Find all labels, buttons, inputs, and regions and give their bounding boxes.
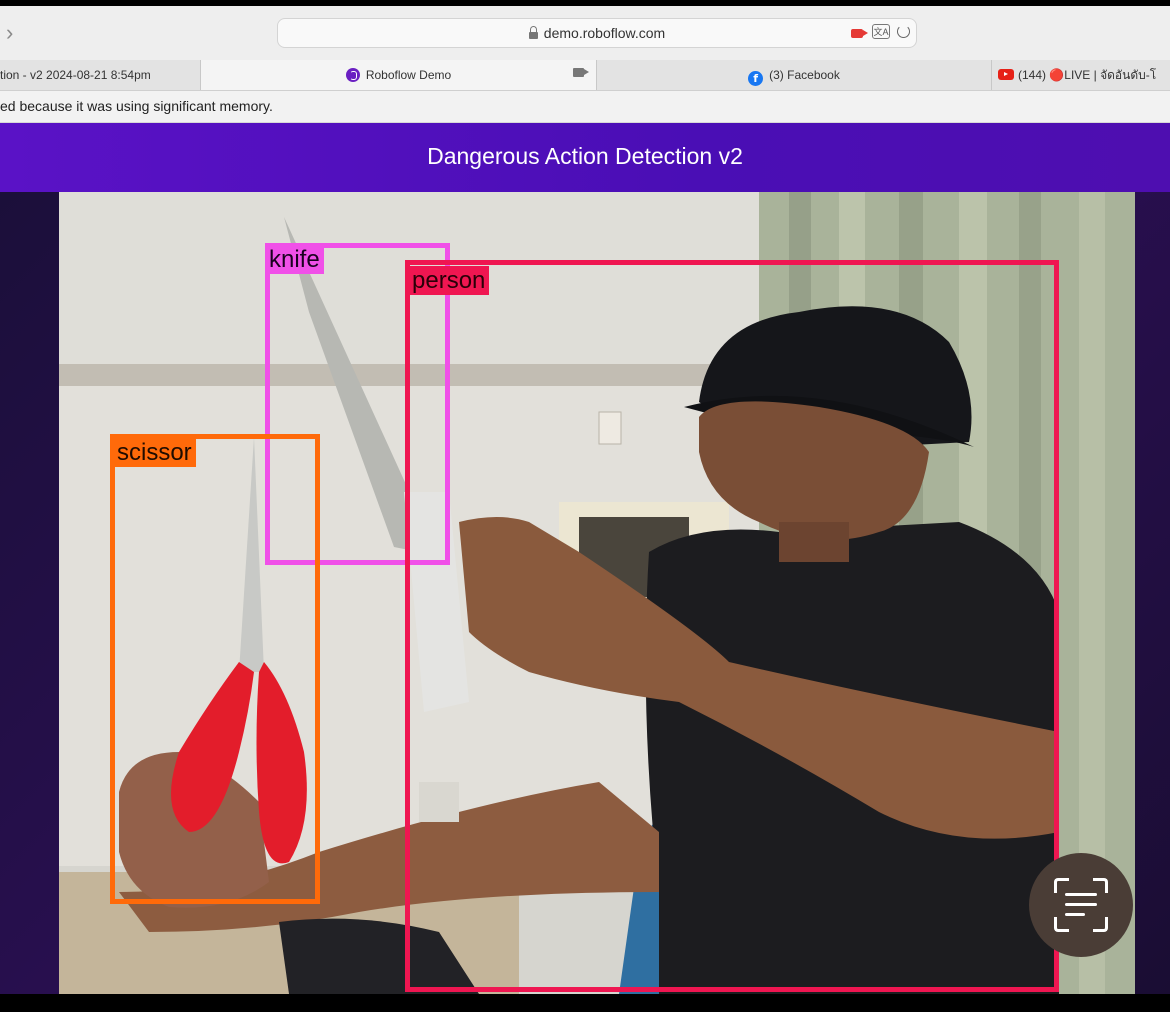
tab-facebook[interactable]: f (3) Facebook: [596, 60, 992, 90]
memory-notice-text: ed because it was using significant memo…: [0, 98, 273, 114]
scan-text-line: [1065, 913, 1085, 916]
translate-icon[interactable]: 文A: [872, 24, 890, 39]
video-stage: knife person scissor: [0, 192, 1170, 994]
detection-label-knife: knife: [265, 245, 324, 274]
tab-youtube-live[interactable]: (144) 🔴LIVE | จัดอันดับ-โ: [992, 60, 1170, 90]
scan-text-button[interactable]: [1029, 853, 1133, 957]
scan-corner-icon: [1093, 917, 1108, 932]
scan-text-line: [1065, 903, 1097, 906]
browser-toolbar: › demo.roboflow.com 文A: [0, 6, 1170, 60]
lock-icon: [528, 26, 538, 39]
tab-bar: tion - v2 2024-08-21 8:54pm Roboflow Dem…: [0, 60, 1170, 91]
url-display: demo.roboflow.com: [278, 25, 916, 41]
app-header: Dangerous Action Detection v2: [0, 123, 1170, 192]
reload-icon[interactable]: [897, 25, 910, 38]
roboflow-icon: [345, 68, 360, 82]
scan-corner-icon: [1093, 878, 1108, 893]
tab-title: Roboflow Demo: [365, 68, 452, 82]
camera-in-use-icon[interactable]: [851, 29, 868, 38]
tab-title: (3) Facebook: [769, 68, 840, 82]
camera-feed: knife person scissor: [59, 192, 1135, 994]
detection-label-person: person: [408, 266, 490, 295]
scan-corner-icon: [1054, 878, 1069, 893]
tab-detection-version[interactable]: tion - v2 2024-08-21 8:54pm: [0, 60, 201, 90]
youtube-icon: [998, 69, 1014, 80]
scan-corner-icon: [1054, 917, 1069, 932]
page-title: Dangerous Action Detection v2: [427, 143, 743, 169]
tab-roboflow-demo[interactable]: Roboflow Demo: [201, 60, 596, 90]
detection-box-scissor: [110, 434, 320, 904]
screen-bottom-edge: [0, 994, 1170, 1012]
facebook-icon: f: [748, 71, 764, 86]
tab-title: tion - v2 2024-08-21 8:54pm: [0, 68, 151, 82]
address-bar[interactable]: demo.roboflow.com 文A: [277, 18, 917, 48]
tab-title: (144) 🔴LIVE | จัดอันดับ-โ: [1018, 68, 1157, 82]
memory-notice-bar: ed because it was using significant memo…: [0, 91, 1170, 123]
tab-camera-icon: [573, 68, 589, 77]
detection-label-scissor: scissor: [113, 438, 196, 467]
url-text: demo.roboflow.com: [543, 25, 666, 41]
detection-box-person: [405, 260, 1059, 992]
scan-text-icon: [1065, 893, 1097, 896]
forward-chevron-icon[interactable]: ›: [6, 20, 13, 46]
